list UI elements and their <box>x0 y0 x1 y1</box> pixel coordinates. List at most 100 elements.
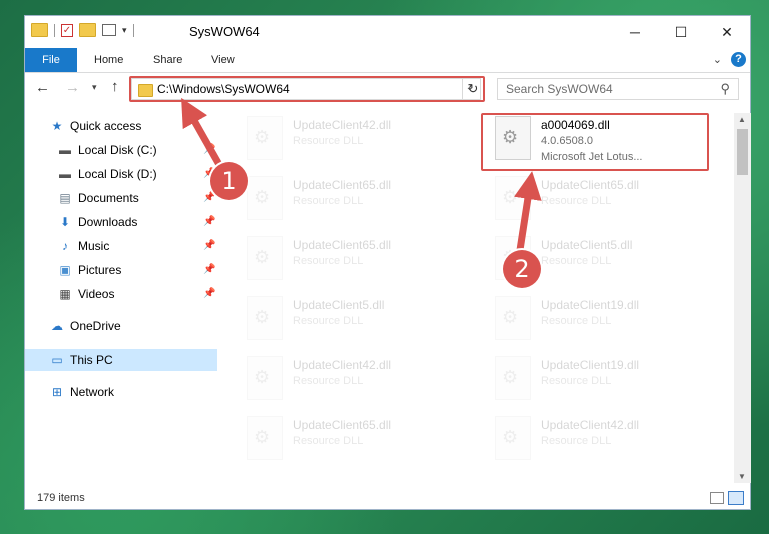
file-item[interactable]: ⚙ UpdateClient42.dll Resource DLL <box>235 108 455 160</box>
status-bar: 179 items <box>25 488 750 510</box>
tab-view[interactable]: View <box>211 48 235 72</box>
up-arrow-icon[interactable]: ↑ <box>111 78 119 95</box>
customize-toolbar-chevron-icon[interactable]: ▾ <box>122 25 127 36</box>
file-name: UpdateClient19.dll <box>541 298 640 312</box>
close-button[interactable]: ✕ <box>704 16 750 48</box>
file-item[interactable]: ⚙ UpdateClient42.dll Resource DLL <box>235 348 455 400</box>
file-name: UpdateClient42.dll <box>541 418 640 432</box>
video-icon: ▦ <box>59 287 71 301</box>
search-input[interactable]: Search SysWOW64 <box>506 82 613 96</box>
properties-check-icon[interactable]: ✓ <box>61 23 73 37</box>
dll-file-icon: ⚙ <box>247 416 283 460</box>
item-count: 179 items <box>37 492 85 504</box>
sidebar-item-music[interactable]: ♪ Music 📌 <box>57 235 247 257</box>
file-item[interactable]: ⚙ UpdateClient65.dll Resource DLL <box>235 168 455 220</box>
address-highlight-box <box>129 76 485 102</box>
tab-home[interactable]: Home <box>94 48 123 72</box>
pin-icon[interactable]: 📌 <box>203 259 215 281</box>
pin-icon[interactable]: 📌 <box>203 211 215 233</box>
file-item[interactable]: ⚙ UpdateClient5.dll Resource DLL <box>235 288 455 340</box>
file-type: Resource DLL <box>541 195 612 207</box>
scrollbar-thumb[interactable] <box>737 129 748 175</box>
file-name: UpdateClient42.dll <box>293 358 392 372</box>
file-type: Resource DLL <box>293 135 364 147</box>
sidebar-item-label: Quick access <box>70 119 142 133</box>
file-type: Resource DLL <box>541 315 612 327</box>
vertical-scrollbar[interactable]: ▲ ▼ <box>734 113 751 483</box>
sidebar-item-quick-access[interactable]: ★ Quick access <box>49 115 142 137</box>
navigation-bar: ← → ▾ ↑ C:\Windows\SysWOW64 ⌄ ↻ Search S… <box>25 74 750 106</box>
file-item[interactable]: ⚙ UpdateClient65.dll Resource DLL <box>235 228 455 280</box>
gear-icon: ⚙ <box>502 187 519 207</box>
file-type: Resource DLL <box>541 435 612 447</box>
ribbon-tabs: File Home Share View ⌄ ? <box>25 48 750 73</box>
file-item[interactable]: ⚙ UpdateClient19.dll Resource DLL <box>483 348 703 400</box>
new-folder-icon[interactable] <box>79 23 96 37</box>
tiles-view-icon[interactable] <box>728 491 744 505</box>
dll-file-icon: ⚙ <box>247 356 283 400</box>
file-item[interactable]: ⚙ UpdateClient65.dll Resource DLL <box>235 408 455 460</box>
tab-share[interactable]: Share <box>153 48 182 72</box>
sidebar-item-pictures[interactable]: ▣ Pictures 📌 <box>57 259 247 281</box>
gear-icon: ⚙ <box>502 307 519 327</box>
dll-file-icon: ⚙ <box>495 296 531 340</box>
properties-icon[interactable] <box>102 24 116 36</box>
tab-file[interactable]: File <box>25 48 77 72</box>
sidebar-item-label: Downloads <box>78 215 138 229</box>
file-explorer-window: ✓ ▾ SysWOW64 ─ ☐ ✕ File Home Share View … <box>24 15 751 510</box>
file-item[interactable]: ⚙ UpdateClient65.dll Resource DLL <box>483 168 703 220</box>
help-icon[interactable]: ? <box>731 52 746 67</box>
step-2-callout: 2 <box>503 250 541 288</box>
search-box[interactable]: Search SysWOW64 ⚲ <box>497 78 739 100</box>
toolbar-separator <box>54 23 55 37</box>
sidebar-item-label: Videos <box>78 287 115 301</box>
file-type: Resource DLL <box>293 255 364 267</box>
cloud-icon: ☁ <box>51 319 63 333</box>
pin-icon[interactable]: 📌 <box>203 283 215 305</box>
file-name: UpdateClient5.dll <box>293 298 385 312</box>
file-item[interactable]: ⚙ UpdateClient42.dll Resource DLL <box>483 408 703 460</box>
sidebar-item-network[interactable]: ⊞ Network <box>49 381 114 403</box>
file-name: UpdateClient65.dll <box>293 178 392 192</box>
gear-icon: ⚙ <box>254 307 271 327</box>
sidebar-item-videos[interactable]: ▦ Videos 📌 <box>57 283 247 305</box>
sidebar-item-downloads[interactable]: ⬇ Downloads 📌 <box>57 211 247 233</box>
dll-file-icon: ⚙ <box>495 416 531 460</box>
dll-file-icon: ⚙ <box>247 296 283 340</box>
gear-icon: ⚙ <box>502 427 519 447</box>
drive-icon: ▬ <box>59 167 71 181</box>
recent-locations-chevron-icon[interactable]: ▾ <box>92 82 97 93</box>
pin-icon[interactable]: 📌 <box>203 235 215 257</box>
gear-icon: ⚙ <box>254 367 271 387</box>
expand-ribbon-chevron-icon[interactable]: ⌄ <box>713 53 722 66</box>
file-name: UpdateClient65.dll <box>541 178 640 192</box>
folder-icon[interactable] <box>31 23 48 37</box>
file-type: Resource DLL <box>541 375 612 387</box>
details-view-icon[interactable] <box>710 492 724 504</box>
dll-file-icon: ⚙ <box>495 176 531 220</box>
search-icon[interactable]: ⚲ <box>720 81 730 97</box>
pin-icon[interactable]: 📌 <box>203 139 215 161</box>
gear-icon: ⚙ <box>254 187 271 207</box>
sidebar-item-label: Documents <box>78 191 139 205</box>
sidebar-item-local-disk-c[interactable]: ▬ Local Disk (C:) 📌 <box>57 139 247 161</box>
navigation-pane: ★ Quick access ▬ Local Disk (C:) 📌 ▬ Local … <box>25 113 217 483</box>
gear-icon: ⚙ <box>254 247 271 267</box>
dll-file-icon: ⚙ <box>247 176 283 220</box>
scroll-up-arrow-icon[interactable]: ▲ <box>738 115 746 124</box>
forward-arrow-icon[interactable]: → <box>65 79 80 96</box>
file-type: Resource DLL <box>293 435 364 447</box>
file-name: UpdateClient5.dll <box>541 238 633 252</box>
sidebar-item-this-pc[interactable]: ▭ This PC <box>49 349 112 371</box>
network-icon: ⊞ <box>51 385 63 399</box>
sidebar-item-label: Local Disk (D:) <box>78 167 157 181</box>
maximize-button[interactable]: ☐ <box>658 16 704 48</box>
back-arrow-icon[interactable]: ← <box>35 79 50 96</box>
gear-icon: ⚙ <box>254 427 271 447</box>
file-item[interactable]: ⚙ UpdateClient19.dll Resource DLL <box>483 288 703 340</box>
picture-icon: ▣ <box>59 263 71 277</box>
sidebar-item-label: Pictures <box>78 263 122 277</box>
minimize-button[interactable]: ─ <box>612 16 658 48</box>
sidebar-item-onedrive[interactable]: ☁ OneDrive <box>49 315 121 337</box>
scroll-down-arrow-icon[interactable]: ▼ <box>738 472 746 481</box>
